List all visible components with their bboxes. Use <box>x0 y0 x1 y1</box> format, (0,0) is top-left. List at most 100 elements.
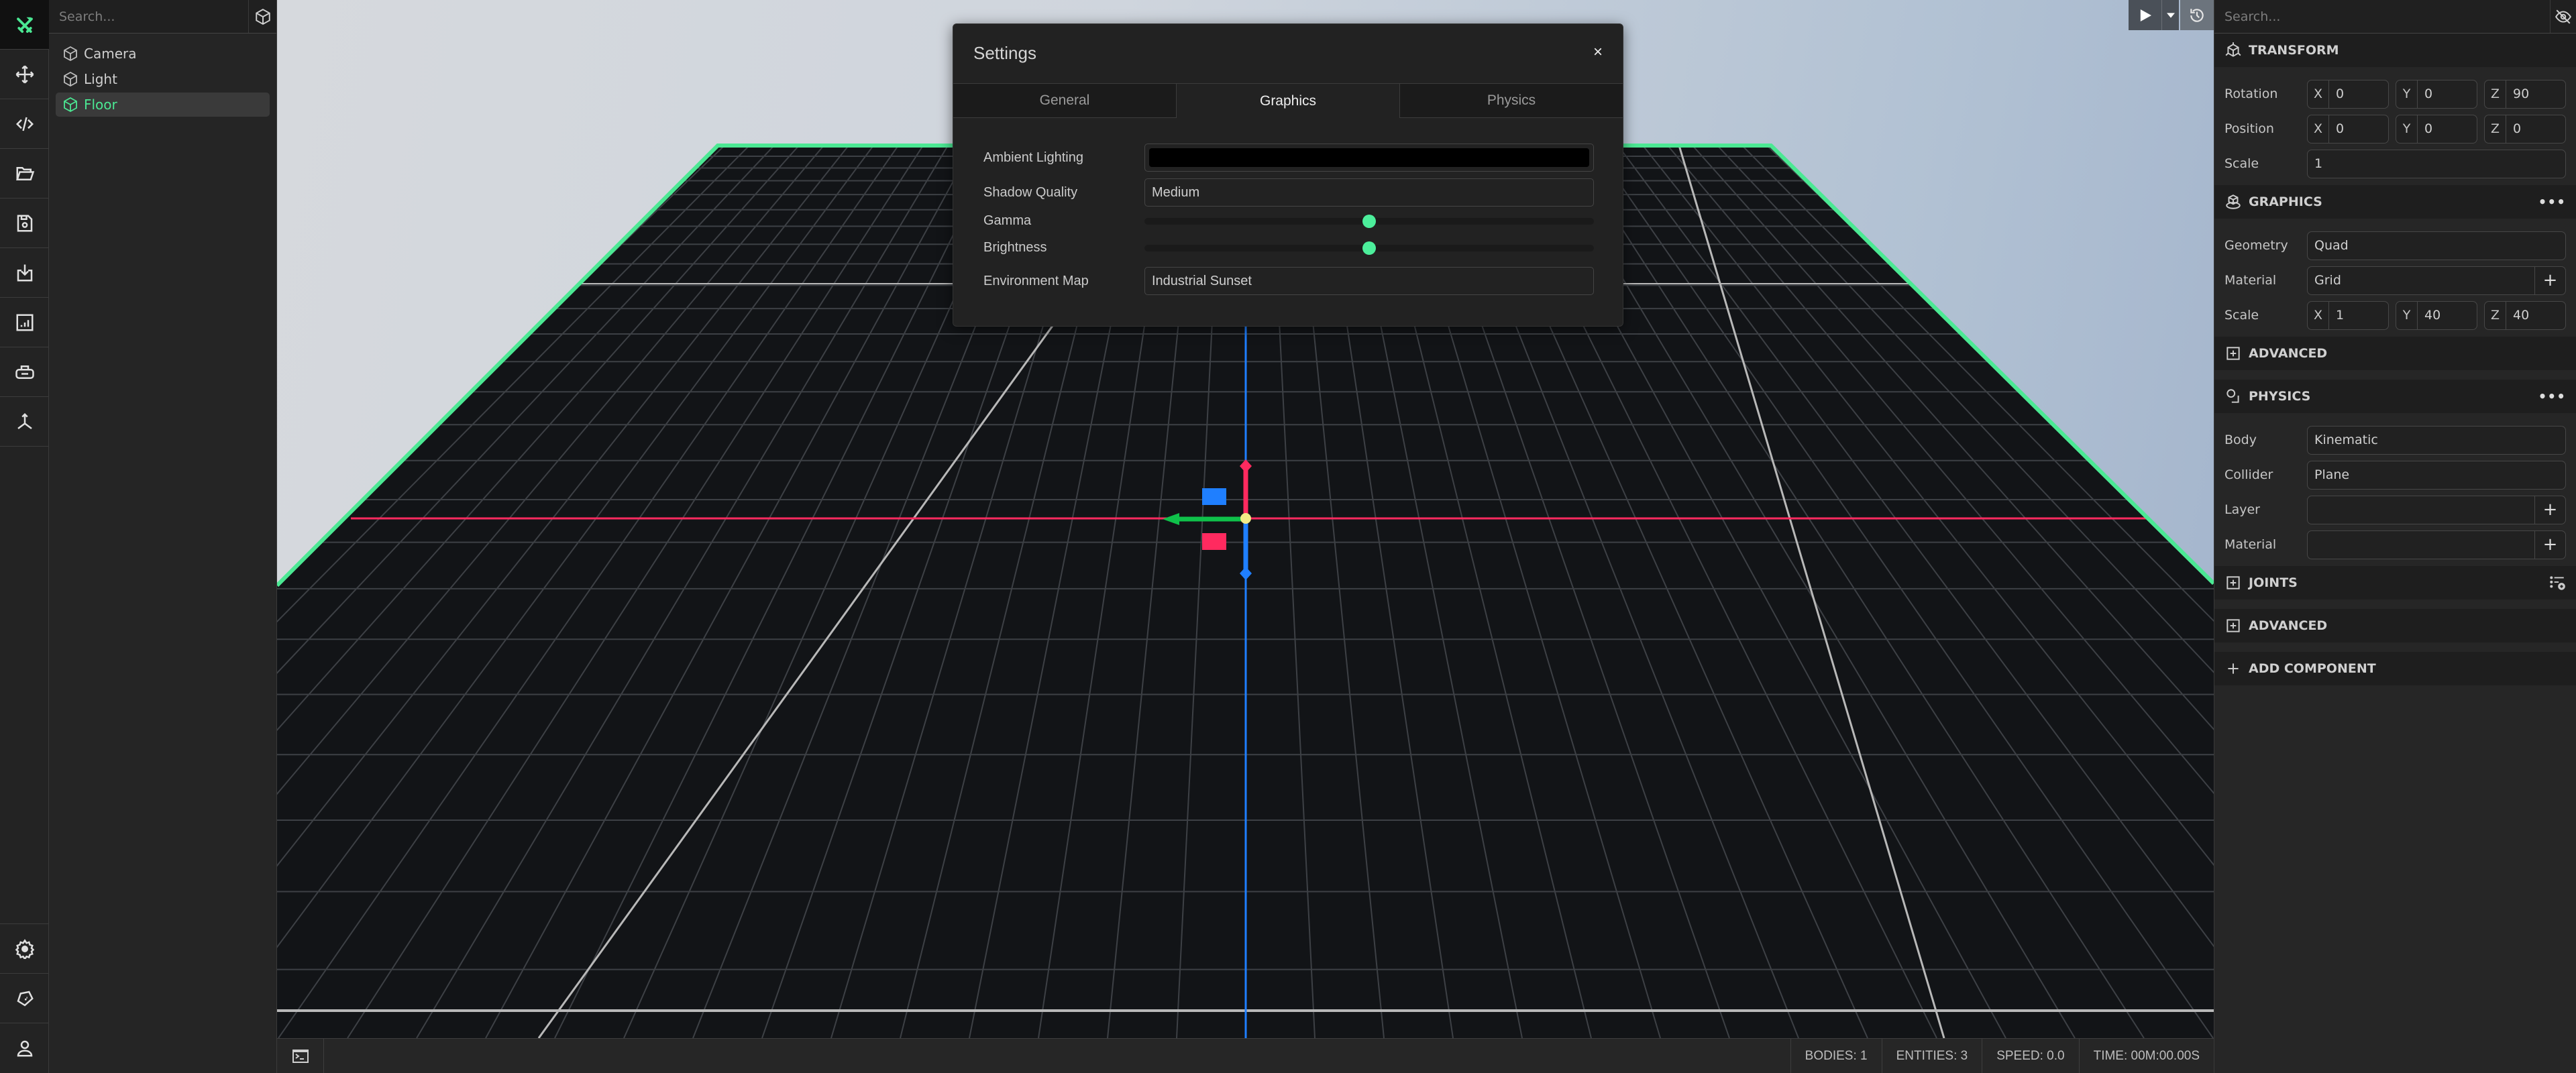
tree-item-floor[interactable]: Floor <box>56 93 270 117</box>
position-x-input[interactable]: X0 <box>2307 114 2389 144</box>
shadow-quality-label: Shadow Quality <box>983 184 1078 200</box>
graphics-advanced-header[interactable]: ADVANCED <box>2214 337 2576 370</box>
toggle-visibility-button[interactable] <box>2551 0 2576 33</box>
vr-button[interactable] <box>0 347 49 397</box>
shapes-button[interactable] <box>0 973 49 1023</box>
tab-physics[interactable]: Physics <box>1400 84 1623 118</box>
plus-icon <box>2228 663 2239 674</box>
shadow-quality-row: Shadow Quality Medium <box>983 178 1594 207</box>
transform-section-header[interactable]: TRANSFORM <box>2214 34 2576 67</box>
tools-logo-icon <box>16 17 33 33</box>
add-joint-list-icon[interactable] <box>2548 574 2566 591</box>
graphics-material-select[interactable]: Grid + <box>2307 266 2566 295</box>
add-physics-material-button[interactable]: + <box>2534 530 2565 559</box>
console-toggle-button[interactable] <box>277 1038 324 1073</box>
rotation-label: Rotation <box>2224 87 2278 101</box>
axis-label: Z <box>2485 301 2506 329</box>
shadow-quality-select[interactable]: Medium <box>1144 178 1594 207</box>
slider-thumb[interactable] <box>1362 241 1376 255</box>
physics-material-select[interactable]: + <box>2307 530 2566 559</box>
joints-section-header[interactable]: JOINTS <box>2214 566 2576 600</box>
graphics-scale-row: Scale X1 Y 40 Z 40 <box>2214 298 2576 333</box>
gizmo-plane-handle-xy[interactable] <box>1202 533 1226 550</box>
import-button[interactable] <box>0 248 49 298</box>
layer-label: Layer <box>2224 502 2260 517</box>
add-entity-button[interactable] <box>249 0 276 33</box>
physics-advanced-header[interactable]: ADVANCED <box>2214 609 2576 642</box>
rotation-x-input[interactable]: X0 <box>2307 79 2389 109</box>
graphics-scale-z-input[interactable]: Z 40 <box>2484 300 2566 330</box>
axis-label: X <box>2308 115 2329 143</box>
cube-icon <box>64 71 77 87</box>
body-type-select[interactable]: Kinematic <box>2307 425 2566 455</box>
hierarchy-search-input[interactable] <box>49 0 249 33</box>
settings-tabs: General Graphics Physics <box>953 83 1623 118</box>
rotation-z-input[interactable]: Z 90 <box>2484 79 2566 109</box>
add-layer-button[interactable]: + <box>2534 496 2565 524</box>
transform-cube-icon <box>2225 42 2241 57</box>
user-button[interactable] <box>0 1023 49 1073</box>
tools-logo-button[interactable] <box>0 0 49 50</box>
graphics-menu-button[interactable]: ••• <box>2538 194 2566 210</box>
play-button[interactable] <box>2129 0 2162 30</box>
time-readout: TIME: 00M:00.00S <box>2078 1038 2214 1073</box>
field-value: 0 <box>2336 87 2345 101</box>
inspector-search-bar <box>2214 0 2576 34</box>
brightness-slider[interactable] <box>1144 241 1594 255</box>
position-label: Position <box>2224 121 2274 136</box>
tree-item-light[interactable]: Light <box>56 67 270 91</box>
axes-button[interactable] <box>0 397 49 447</box>
stats-icon <box>16 314 33 331</box>
stats-button[interactable] <box>0 298 49 347</box>
status-bar: BODIES: 1 ENTITIES: 3 SPEED: 0.0 TIME: 0… <box>277 1038 2214 1073</box>
ambient-lighting-color-picker[interactable] <box>1144 144 1594 172</box>
position-z-input[interactable]: Z0 <box>2484 114 2566 144</box>
graphics-scale-x-input[interactable]: X1 <box>2307 300 2389 330</box>
play-icon <box>2140 9 2151 21</box>
import-icon <box>17 264 32 281</box>
gizmo-center[interactable] <box>1240 513 1251 524</box>
code-button[interactable] <box>0 99 49 149</box>
field-value: 1 <box>2336 308 2345 323</box>
tab-graphics[interactable]: Graphics <box>1176 84 1400 118</box>
environment-map-select[interactable]: Industrial Sunset <box>1144 267 1594 295</box>
move-icon <box>15 65 34 83</box>
layer-select[interactable]: + <box>2307 495 2566 524</box>
tab-general[interactable]: General <box>953 84 1176 118</box>
save-button[interactable] <box>0 199 49 248</box>
move-tool-button[interactable] <box>0 50 49 99</box>
add-material-button[interactable]: + <box>2534 266 2565 294</box>
open-folder-button[interactable] <box>0 149 49 199</box>
gamma-slider[interactable] <box>1144 214 1594 228</box>
tree-item-camera[interactable]: Camera <box>56 42 270 66</box>
graphics-scale-y-input[interactable]: Y 40 <box>2396 300 2477 330</box>
slider-thumb[interactable] <box>1362 214 1376 228</box>
physics-section-header[interactable]: PHYSICS ••• <box>2214 380 2576 413</box>
transform-scale-input[interactable]: 1 <box>2307 149 2566 178</box>
graphics-section-header[interactable]: GRAPHICS ••• <box>2214 185 2576 219</box>
field-value: 0 <box>2336 121 2345 136</box>
geometry-select[interactable]: Quad <box>2307 231 2566 260</box>
cube-icon <box>64 46 77 62</box>
gamma-label: Gamma <box>983 213 1032 228</box>
physics-material-row: Material + <box>2214 527 2576 562</box>
field-value: Plane <box>2314 467 2350 482</box>
history-button[interactable] <box>2180 0 2214 30</box>
rotation-y-input[interactable]: Y0 <box>2396 79 2477 109</box>
field-value: 40 <box>2424 308 2441 323</box>
add-component-button[interactable]: ADD COMPONENT <box>2214 652 2576 685</box>
material-label: Material <box>2224 537 2277 552</box>
gizmo-plane-handle-xz[interactable] <box>1202 488 1226 505</box>
dialog-title: Settings <box>973 43 1036 63</box>
play-options-dropdown[interactable] <box>2162 0 2179 30</box>
inspector-search-input[interactable] <box>2214 0 2551 33</box>
physics-menu-button[interactable]: ••• <box>2538 388 2566 404</box>
position-y-input[interactable]: Y0 <box>2396 114 2477 144</box>
collider-select[interactable]: Plane <box>2307 460 2566 490</box>
close-button[interactable]: × <box>1593 43 1603 62</box>
section-gap <box>2214 600 2576 609</box>
tool-sidebar <box>0 0 49 1073</box>
settings-button[interactable] <box>0 923 49 973</box>
color-swatch <box>1149 148 1589 167</box>
entities-count: ENTITIES: 3 <box>1881 1038 1982 1073</box>
